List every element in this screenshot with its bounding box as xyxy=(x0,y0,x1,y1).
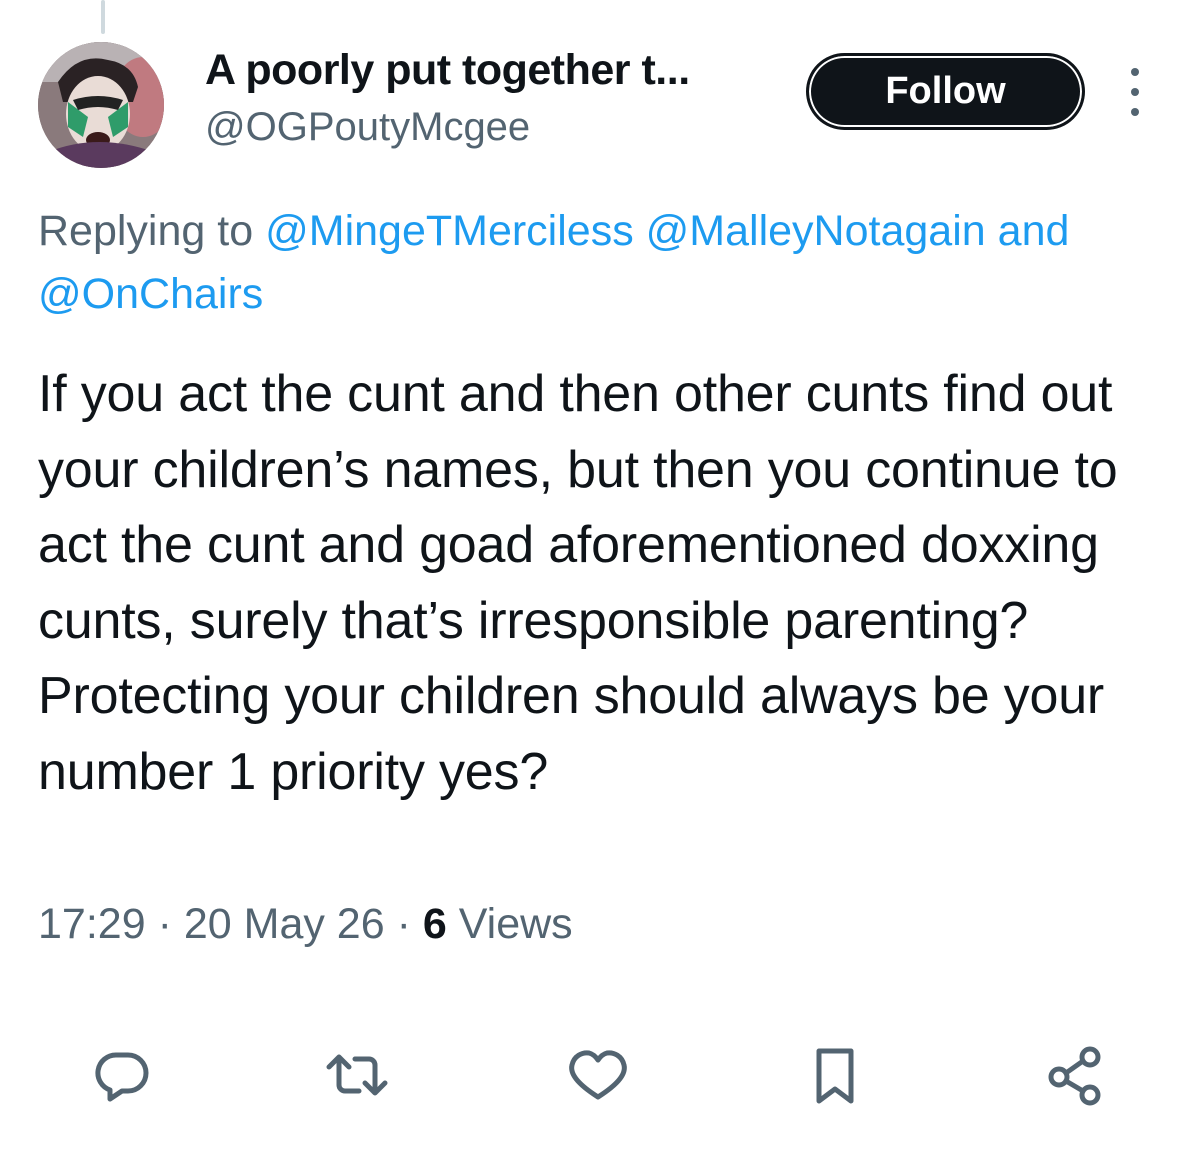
replying-prefix: Replying to xyxy=(38,207,254,255)
retweet-button[interactable] xyxy=(322,1040,392,1110)
more-dot xyxy=(1131,88,1139,96)
reply-button[interactable] xyxy=(87,1040,157,1110)
avatar-image xyxy=(38,42,164,168)
views-label: Views xyxy=(458,900,573,948)
replying-to-line: Replying to @MingeTMerciless @MalleyNota… xyxy=(38,200,1198,326)
mention-link[interactable]: @MingeTMerciless xyxy=(265,207,634,255)
more-dot xyxy=(1131,108,1139,116)
like-button[interactable] xyxy=(563,1040,633,1110)
views-count: 6 xyxy=(422,900,447,948)
meta-separator: · xyxy=(396,900,411,948)
more-vertical-icon[interactable] xyxy=(1118,68,1152,116)
like-icon xyxy=(569,1050,627,1100)
tweet-time[interactable]: 17:29 xyxy=(38,900,146,948)
mention-link[interactable]: @MalleyNotagain xyxy=(646,207,986,255)
avatar[interactable] xyxy=(38,42,164,168)
bookmark-icon xyxy=(816,1048,854,1104)
tweet-action-bar xyxy=(0,1040,1200,1110)
reply-icon xyxy=(95,1052,149,1102)
share-button[interactable] xyxy=(1040,1040,1110,1110)
meta-separator: · xyxy=(157,900,172,948)
tweet-text: If you act the cunt and then other cunts… xyxy=(38,365,1118,801)
follow-button[interactable]: Follow xyxy=(806,53,1085,130)
author-display-name[interactable]: A poorly put together t... xyxy=(205,46,690,95)
author-handle[interactable]: @OGPoutyMcgee xyxy=(205,105,530,150)
share-icon xyxy=(1048,1046,1101,1106)
retweet-icon xyxy=(326,1054,388,1096)
thread-connector-line xyxy=(101,0,105,34)
mention-link[interactable]: @OnChairs xyxy=(38,270,263,318)
tweet-meta: 17:29 · 20 May 26 · 6 Views xyxy=(38,900,573,949)
tweet-date[interactable]: 20 May 26 xyxy=(184,900,385,948)
replying-joiner: and xyxy=(997,207,1070,255)
more-dot xyxy=(1131,68,1139,76)
bookmark-button[interactable] xyxy=(800,1040,870,1110)
